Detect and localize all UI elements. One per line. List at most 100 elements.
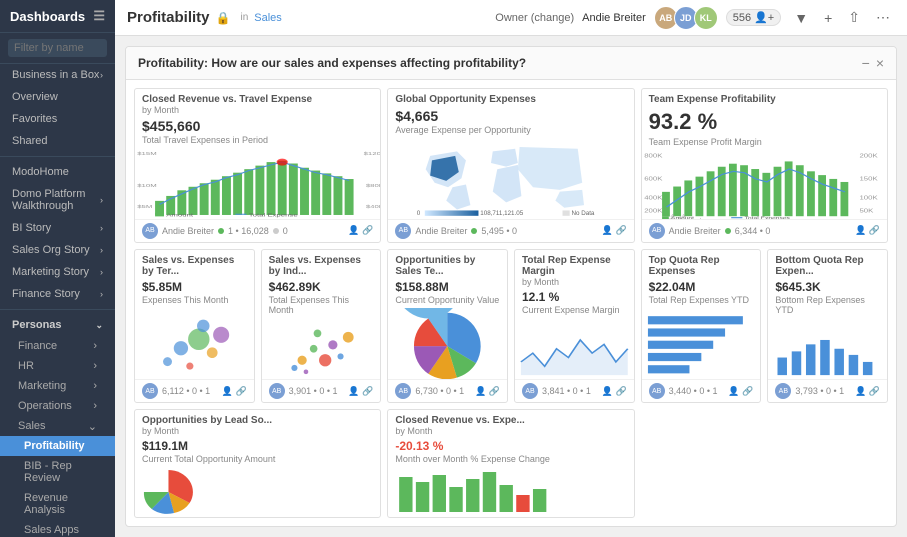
sidebar-sub-revenue[interactable]: Revenue Analysis <box>0 488 115 520</box>
tile-closed-vs-expense[interactable]: Closed Revenue vs. Expe... by Month -20.… <box>387 409 634 518</box>
sidebar-search-container <box>0 33 115 64</box>
tile2-footer: AB Andie Breiter 5,495 • 0 👤 🔗 <box>388 219 633 242</box>
tile2-chart: 0 108,711,121.05 No Data <box>388 138 633 219</box>
svg-text:150K: 150K <box>859 176 878 182</box>
svg-text:$10M: $10M <box>137 183 156 188</box>
tile8-value: $22.04M <box>642 279 761 295</box>
tile10-title: Opportunities by Lead So... <box>142 415 373 426</box>
tile5-chart <box>262 318 381 380</box>
minimize-button[interactable]: − <box>862 55 870 71</box>
svg-text:$120K: $120K <box>364 151 381 156</box>
tile7-subtitle: by Month <box>522 277 627 287</box>
sidebar-item-sales-org[interactable]: Sales Org Story› <box>0 239 115 261</box>
chevron-icon: › <box>100 223 103 233</box>
tile2-title: Global Opportunity Expenses <box>395 94 626 105</box>
sidebar-item-business[interactable]: Business in a Box› <box>0 64 115 86</box>
chevron-icon: ⌄ <box>95 320 103 331</box>
chevron-icon: › <box>100 289 103 299</box>
tile-team-expense[interactable]: Team Expense Profitability 93.2 % Team E… <box>641 88 888 243</box>
tile1-subtitle: by Month <box>142 105 373 115</box>
tile1-sub: Total Travel Expenses in Period <box>135 135 380 148</box>
sidebar-sub-finance[interactable]: Finance › <box>0 336 115 356</box>
sidebar-sub-sales-apps[interactable]: Sales Apps <box>0 520 115 537</box>
tile3-chart: 800K 600K 400K 200K 200K 150K 100K 50K <box>642 150 887 219</box>
sidebar-collapse-icon[interactable]: ☰ <box>93 8 105 24</box>
sidebar-item-marketing[interactable]: Marketing Story› <box>0 261 115 283</box>
panel-header: Profitability: How are our sales and exp… <box>126 47 896 80</box>
tile9-title: Bottom Quota Rep Expen... <box>775 255 880 277</box>
avatar-group: AB JD KL <box>654 6 718 30</box>
sidebar-sub-sales[interactable]: Sales ⌄ <box>0 416 115 436</box>
svg-text:$80K: $80K <box>366 183 380 188</box>
divider <box>0 156 115 157</box>
tile-opportunities-lead[interactable]: Opportunities by Lead So... by Month $11… <box>134 409 381 518</box>
close-button[interactable]: × <box>876 55 884 71</box>
tile11-value: -20.13 % <box>388 438 633 454</box>
tile3-title: Team Expense Profitability <box>649 94 880 105</box>
tile3-value: 93.2 % <box>649 109 718 134</box>
sidebar-item-domo-platform[interactable]: Domo PlatformWalkthrough› <box>0 183 115 217</box>
tile8-title: Top Quota Rep Expenses <box>649 255 754 277</box>
tile-rep-expense-margin[interactable]: Total Rep Expense Margin by Month 12.1 %… <box>514 249 635 404</box>
tile-sales-industry[interactable]: Sales vs. Expenses by Ind... $462.89K To… <box>261 249 382 404</box>
svg-text:Amount: Amount <box>166 213 193 218</box>
chevron-icon: › <box>100 70 103 80</box>
tile4-title: Sales vs. Expenses by Ter... <box>142 255 247 277</box>
svg-text:600K: 600K <box>644 176 663 182</box>
tile4-value: $5.85M <box>135 279 254 295</box>
user-badge[interactable]: 556 👤+ <box>726 9 781 26</box>
sidebar-sub-hr[interactable]: HR › <box>0 356 115 376</box>
sidebar-nav: Business in a Box› Overview Favorites Sh… <box>0 64 115 537</box>
breadcrumb[interactable]: Sales <box>254 12 282 24</box>
tile8-sub: Total Rep Expenses YTD <box>642 295 761 308</box>
avatar-small: AB <box>142 223 158 239</box>
sidebar-item-favorites[interactable]: Favorites <box>0 108 115 130</box>
share-button[interactable]: ⇧ <box>843 6 865 29</box>
search-input[interactable] <box>8 39 107 57</box>
tile-bottom-quota[interactable]: Bottom Quota Rep Expen... $645.3K Bottom… <box>767 249 888 404</box>
sidebar-group-personas[interactable]: Personas⌄ <box>0 314 115 336</box>
sidebar-title: Dashboards <box>10 9 85 24</box>
sidebar-sub-bib[interactable]: BIB - Rep Review <box>0 456 115 488</box>
add-button[interactable]: + <box>819 7 837 29</box>
badge-count: 556 <box>733 12 751 24</box>
tile4-footer: AB 6,112 • 0 • 1 👤 🔗 <box>135 379 254 402</box>
svg-text:100K: 100K <box>859 195 878 201</box>
sidebar-item-finance[interactable]: Finance Story› <box>0 283 115 305</box>
svg-text:400K: 400K <box>644 195 663 201</box>
tile11-sub: Month over Month % Expense Change <box>388 454 633 467</box>
sidebar-item-shared[interactable]: Shared <box>0 130 115 152</box>
tile11-subtitle: by Month <box>395 426 626 436</box>
tile9-value: $645.3K <box>768 279 887 295</box>
sidebar-header: Dashboards ☰ <box>0 0 115 33</box>
tile-closed-revenue[interactable]: Closed Revenue vs. Travel Expense by Mon… <box>134 88 381 243</box>
add-user-icon: 👤+ <box>754 11 774 24</box>
lock-icon: 🔒 <box>216 11 231 25</box>
top-bar: Profitability 🔒 in Sales Owner (change) … <box>115 0 907 36</box>
filter-button[interactable]: ▼ <box>789 7 813 29</box>
tile1-value: $455,660 <box>135 117 380 135</box>
tile-global-expenses[interactable]: Global Opportunity Expenses $4,665 Avera… <box>387 88 634 243</box>
avatar-small: AB <box>269 383 285 399</box>
tile2-value: $4,665 <box>388 107 633 125</box>
tile9-footer: AB 3,793 • 0 • 1 👤 🔗 <box>768 379 887 402</box>
sidebar-item-modohome[interactable]: ModoHome <box>0 161 115 183</box>
sidebar-sub-profitability[interactable]: Profitability <box>0 436 115 456</box>
chevron-icon: › <box>100 195 103 205</box>
tile-opportunities-team[interactable]: Opportunities by Sales Te... $158.88M Cu… <box>387 249 508 404</box>
tile7-chart <box>515 318 634 380</box>
sidebar-sub-operations[interactable]: Operations › <box>0 396 115 416</box>
sidebar-sub-marketing[interactable]: Marketing › <box>0 376 115 396</box>
dashboard-area: Profitability: How are our sales and exp… <box>115 36 907 537</box>
tile-sales-territory[interactable]: Sales vs. Expenses by Ter... $5.85M Expe… <box>134 249 255 404</box>
tile8-chart <box>642 308 761 380</box>
avatar-small: AB <box>649 383 665 399</box>
more-button[interactable]: ⋯ <box>871 6 895 29</box>
tile-top-quota[interactable]: Top Quota Rep Expenses $22.04M Total Rep… <box>641 249 762 404</box>
svg-text:800K: 800K <box>644 154 663 160</box>
sidebar-item-bi-story[interactable]: BI Story› <box>0 217 115 239</box>
tile7-sub: Current Expense Margin <box>515 305 634 318</box>
sidebar-item-overview[interactable]: Overview <box>0 86 115 108</box>
svg-text:200K: 200K <box>859 154 878 160</box>
panel-title: Profitability: How are our sales and exp… <box>138 56 526 70</box>
